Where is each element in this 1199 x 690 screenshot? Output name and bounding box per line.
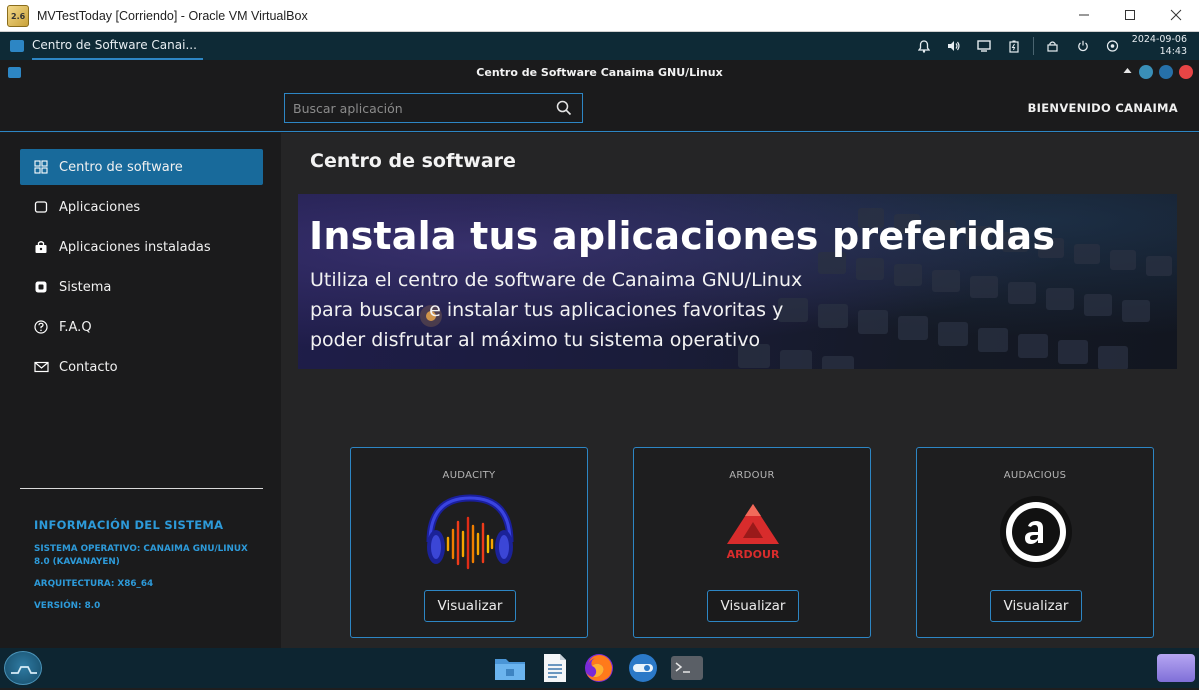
app-card-audacious[interactable]: AUDACIOUS Visualizar	[916, 447, 1154, 638]
chip-icon	[33, 279, 49, 295]
toggle-app-icon[interactable]	[625, 652, 661, 684]
sidebar-item-label: F.A.Q	[59, 319, 92, 335]
clock-time: 14:43	[1159, 46, 1187, 57]
sidebar-item-label: Sistema	[59, 279, 112, 295]
welcome-label: BIENVENIDO CANAIMA	[1027, 101, 1178, 115]
question-icon	[33, 319, 49, 335]
sidebar: Centro de software Aplicaciones Aplicaci…	[0, 133, 281, 648]
firefox-icon[interactable]	[581, 652, 617, 684]
banner-line: Utiliza el centro de software de Canaima…	[310, 269, 803, 291]
sidebar-item-installed-apps[interactable]: Aplicaciones instaladas	[20, 229, 263, 265]
search-box[interactable]	[284, 93, 583, 123]
sidebar-item-contact[interactable]: Contacto	[20, 349, 263, 385]
volume-icon[interactable]	[939, 32, 969, 60]
audacious-logo	[1000, 496, 1072, 568]
bell-icon[interactable]	[909, 32, 939, 60]
text-editor-icon[interactable]	[537, 652, 573, 684]
sidebar-item-system[interactable]: Sistema	[20, 269, 263, 305]
sidebar-item-applications[interactable]: Aplicaciones	[20, 189, 263, 225]
system-info-os: SISTEMA OPERATIVO: CANAIMA GNU/LINUX 8.0…	[34, 544, 248, 567]
sidebar-item-label: Aplicaciones	[59, 199, 141, 215]
app-launcher-icon[interactable]	[4, 651, 42, 685]
visualize-button[interactable]: Visualizar	[707, 590, 799, 622]
hero-banner: Instala tus aplicaciones preferidas Util…	[298, 194, 1177, 369]
host-window-title: MVTestToday [Corriendo] - Oracle VM Virt…	[37, 8, 308, 23]
display-icon[interactable]	[969, 32, 999, 60]
system-tray: 2024-09-06 14:43	[909, 32, 1199, 60]
power-icon[interactable]	[1068, 32, 1098, 60]
ardour-logo-text: ARDOUR	[727, 548, 780, 561]
banner-line: poder disfrutar al máximo tu sistema ope…	[310, 329, 761, 351]
sidebar-item-label: Centro de software	[59, 159, 183, 175]
terminal-icon[interactable]	[669, 652, 705, 684]
ardour-logo: ARDOUR	[727, 504, 780, 561]
page-title: Centro de software	[310, 150, 516, 172]
app-card-audacity[interactable]: AUDACITY Visualizar	[350, 447, 588, 638]
app-window-title: Centro de Software Canaima GNU/Linux	[476, 65, 723, 79]
app-titlebar: Centro de Software Canaima GNU/Linux	[0, 60, 1199, 84]
search-input[interactable]	[293, 100, 543, 116]
app-card-name: ARDOUR	[729, 470, 775, 481]
software-center-icon	[10, 40, 24, 52]
files-icon[interactable]	[492, 652, 528, 684]
guest-top-panel: Centro de Software Canai... 2024-09-06 1…	[0, 32, 1199, 60]
search-icon[interactable]	[556, 100, 572, 116]
minimize-icon[interactable]	[1061, 0, 1107, 30]
app-header: BIENVENIDO CANAIMA	[0, 84, 1199, 132]
taskbar-entry-software-center[interactable]: Centro de Software Canai...	[32, 32, 203, 60]
lock-bag-icon	[33, 239, 49, 255]
square-icon	[33, 199, 49, 215]
visualize-button[interactable]: Visualizar	[424, 590, 516, 622]
window-minimize-button[interactable]	[1139, 65, 1153, 79]
audacity-logo	[426, 494, 514, 570]
mail-icon	[33, 359, 49, 375]
app-card-name: AUDACITY	[442, 470, 496, 481]
eye-icon[interactable]	[1098, 32, 1128, 60]
show-desktop-icon[interactable]	[1157, 654, 1195, 682]
banner-line: para buscar e instalar tus aplicaciones …	[310, 299, 784, 321]
battery-icon[interactable]	[999, 32, 1029, 60]
tray-separator	[1032, 37, 1034, 55]
dock	[0, 648, 1199, 688]
host-titlebar: 2.6 MVTestToday [Corriendo] - Oracle VM …	[0, 0, 1199, 32]
app-icon-badge: 2.6	[11, 11, 26, 21]
sidebar-item-label: Aplicaciones instaladas	[59, 239, 211, 255]
sidebar-divider	[20, 488, 263, 489]
grid-icon	[33, 159, 49, 175]
software-center-window-icon	[8, 67, 21, 78]
app-window-controls	[1123, 65, 1193, 79]
main-content: Centro de software Instala tus aplicacio…	[281, 133, 1199, 648]
app-card-ardour[interactable]: ARDOUR ARDOUR Visualizar	[633, 447, 871, 638]
window-maximize-button[interactable]	[1159, 65, 1173, 79]
virtualbox-app-icon: 2.6	[7, 4, 29, 27]
sidebar-item-faq[interactable]: F.A.Q	[20, 309, 263, 345]
banner-heading: Instala tus aplicaciones preferidas	[309, 214, 1056, 258]
visualize-button[interactable]: Visualizar	[990, 590, 1082, 622]
system-info-title: INFORMACIÓN DEL SISTEMA	[34, 518, 224, 532]
lock-icon[interactable]	[1038, 32, 1068, 60]
sidebar-item-label: Contacto	[59, 359, 118, 375]
clock-date: 2024-09-06	[1131, 34, 1187, 45]
keep-above-icon[interactable]	[1123, 67, 1133, 77]
panel-clock[interactable]: 2024-09-06 14:43	[1128, 34, 1199, 58]
window-close-button[interactable]	[1179, 65, 1193, 79]
close-icon[interactable]	[1153, 0, 1199, 30]
system-info-version: VERSIÓN: 8.0	[34, 601, 101, 611]
host-window-controls	[1061, 0, 1199, 32]
app-card-name: AUDACIOUS	[1003, 470, 1067, 481]
sidebar-item-software-center[interactable]: Centro de software	[20, 149, 263, 185]
system-info-architecture: ARQUITECTURA: X86_64	[34, 579, 154, 589]
maximize-icon[interactable]	[1107, 0, 1153, 30]
